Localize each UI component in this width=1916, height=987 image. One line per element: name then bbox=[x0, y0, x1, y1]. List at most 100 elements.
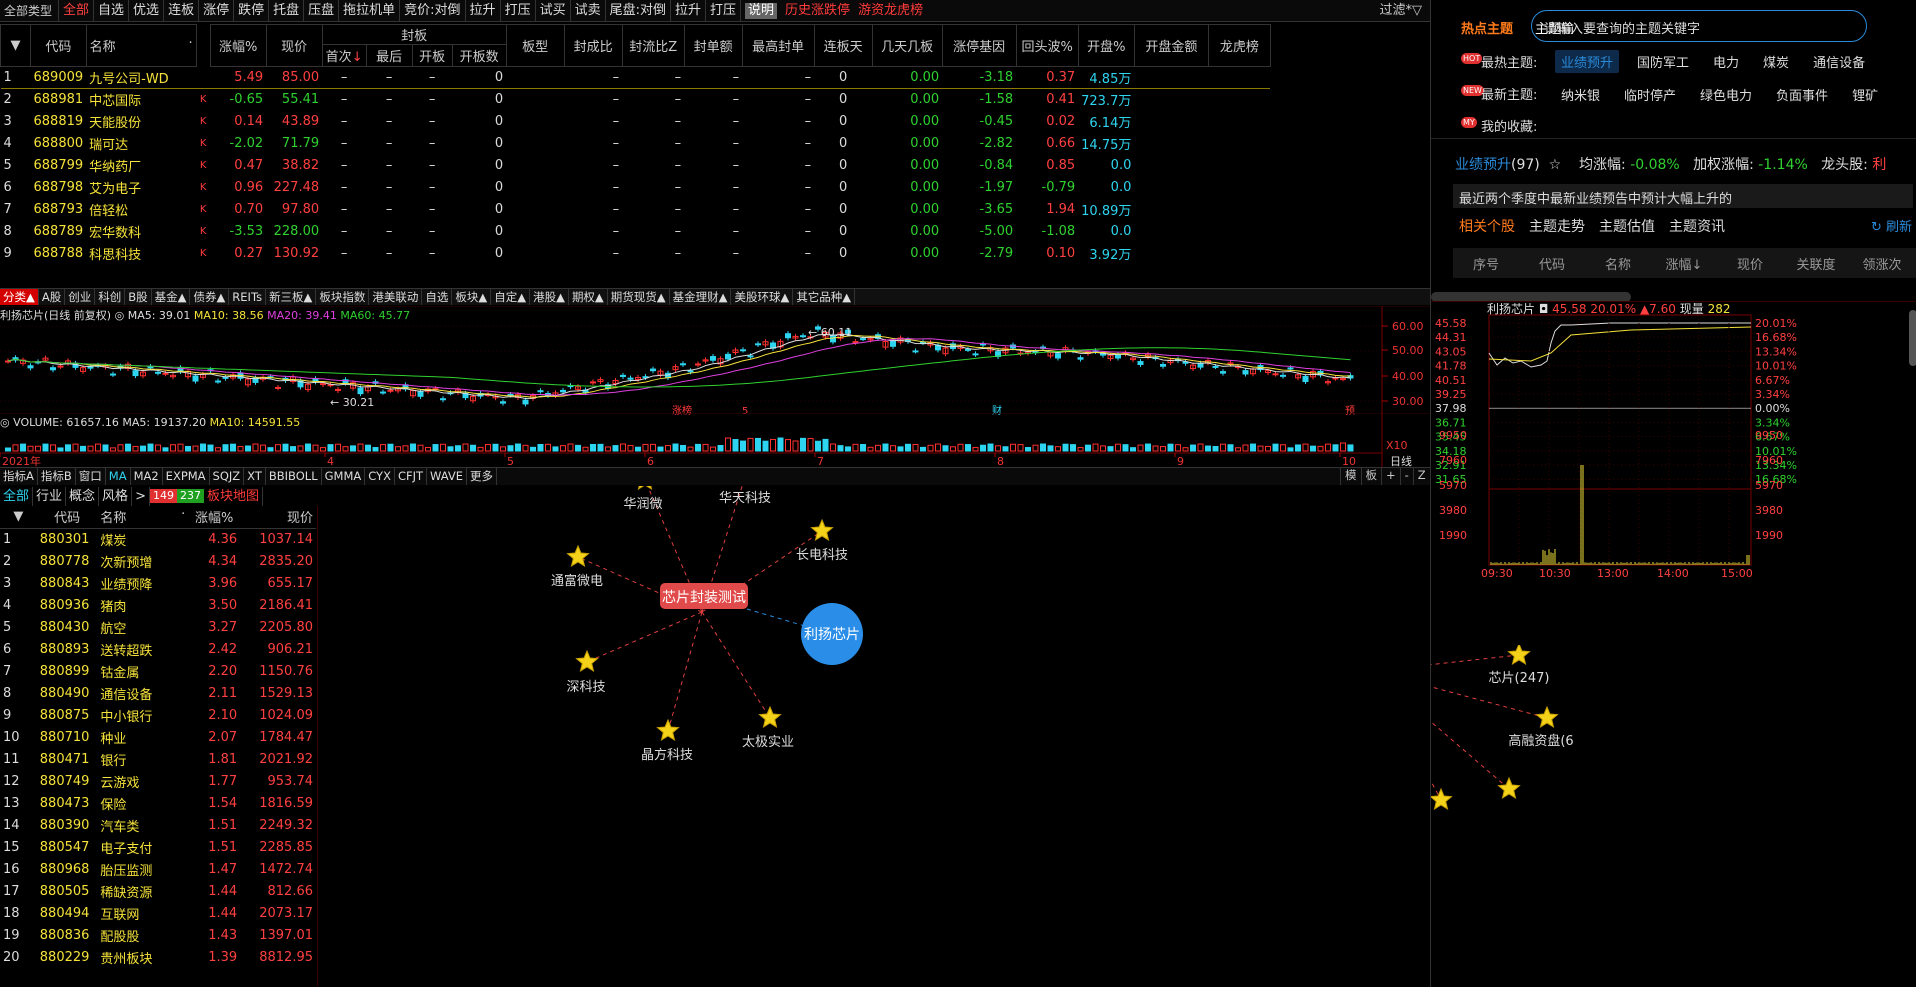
col-open-count[interactable]: 开板数 bbox=[451, 44, 507, 67]
table-row[interactable]: 6 688798 艾为电子 K 0.96 227.48 – – – 0 – – – – 0 0.00 -1.97… bbox=[1, 177, 1271, 199]
filter-7[interactable]: 托盘 bbox=[269, 0, 305, 21]
tab-1[interactable]: A股 bbox=[39, 289, 66, 305]
filter-17[interactable]: 打压 bbox=[706, 0, 742, 21]
chart-btn-3[interactable]: - bbox=[1399, 467, 1413, 485]
sector-row[interactable]: 8 880490 通信设备 2.11 1529.13 bbox=[0, 682, 316, 704]
graph-node-label[interactable]: 深科技 bbox=[566, 680, 605, 695]
sector-tab-3[interactable]: 风格 bbox=[99, 486, 133, 506]
filter-5[interactable]: 涨停 bbox=[199, 0, 235, 21]
graph2-star-icon[interactable] bbox=[1507, 645, 1531, 665]
table-row[interactable]: 1 689009 九号公司-WD 5.49 85.00 – – – 0 – – – – 0 0.00 -3.1… bbox=[0, 67, 1271, 89]
indicator-9[interactable]: GMMA bbox=[322, 468, 366, 485]
sector-col-price[interactable]: 现价 bbox=[240, 506, 316, 529]
col-seal-float[interactable]: 封流比Z bbox=[621, 24, 685, 67]
sector-tab-6[interactable]: 237 bbox=[176, 489, 204, 503]
indicator-0[interactable]: 指标A bbox=[0, 468, 38, 485]
col-open-amount[interactable]: 开盘金额 bbox=[1133, 24, 1209, 67]
theme-col-4[interactable]: 现价 bbox=[1717, 254, 1783, 273]
theme-col-2[interactable]: 名称 bbox=[1585, 254, 1651, 273]
tab-5[interactable]: 基金▲ bbox=[152, 289, 191, 305]
theme-col-5[interactable]: 关联度 bbox=[1783, 254, 1849, 273]
col-seal-ratio[interactable]: 封成比 bbox=[563, 24, 623, 67]
new-theme-chip[interactable]: 绿色电力 bbox=[1694, 83, 1758, 106]
filter-1[interactable]: 全部 bbox=[59, 0, 95, 21]
graph2-star-icon[interactable] bbox=[1431, 787, 1453, 810]
theme-col-1[interactable]: 代码 bbox=[1519, 254, 1585, 273]
filter-9[interactable]: 拖拉机单 bbox=[339, 0, 401, 21]
table-row[interactable]: 3 688819 天能股份 K 0.14 43.89 – – – 0 – – – – 0 0.00 -0.45 0… bbox=[1, 111, 1271, 133]
table-row[interactable]: 9 688788 科思科技 K 0.27 130.92 – – – 0 – – – – 0 0.00 -2.79… bbox=[1, 243, 1271, 265]
chart-btn-4[interactable]: Z bbox=[1412, 467, 1430, 485]
graph-star-icon[interactable] bbox=[566, 544, 590, 567]
col-open-pct[interactable]: 开盘% bbox=[1077, 24, 1135, 67]
table-row[interactable]: 2 688981 中芯国际 K -0.65 55.41 – – – 0 – – – – 0 0.00 -1.58… bbox=[1, 89, 1271, 111]
tab-11[interactable]: 自选 bbox=[422, 289, 453, 305]
sector-col-code[interactable]: 代码 bbox=[36, 506, 98, 529]
sector-tab-4[interactable]: > bbox=[132, 486, 150, 506]
theme-name[interactable]: 业绩预升 bbox=[1455, 157, 1511, 173]
tab-18[interactable]: 美股环球▲ bbox=[731, 289, 794, 305]
theme-subtab-2[interactable]: 主题估值 bbox=[1599, 216, 1655, 236]
new-theme-chip[interactable]: 锂矿 bbox=[1846, 83, 1884, 106]
col-pullback[interactable]: 回头波% bbox=[1015, 24, 1079, 67]
theme-graph[interactable]: 广东板块(377)定增预案(231)即将解禁(141)信息安全(87)转板A股(… bbox=[1431, 645, 1916, 987]
graph-node-label[interactable]: 晶方科技 bbox=[641, 747, 693, 763]
theme-subtab-3[interactable]: 主题资讯 bbox=[1669, 216, 1725, 236]
tab-8[interactable]: 新三板▲ bbox=[266, 289, 317, 305]
col-name[interactable]: 名称 · bbox=[85, 24, 197, 67]
refresh-button[interactable]: ↻ 刷新 bbox=[1871, 216, 1912, 235]
indicator-12[interactable]: WAVE bbox=[427, 468, 468, 485]
tab-10[interactable]: 港美联动 bbox=[369, 289, 423, 305]
sector-tab-5[interactable]: 149 bbox=[149, 489, 177, 503]
star-icon[interactable]: ☆ bbox=[1544, 157, 1574, 173]
new-theme-chip[interactable]: 纳米银 bbox=[1555, 83, 1606, 106]
sector-row[interactable]: 17 880505 稀缺资源 1.44 812.66 bbox=[0, 880, 316, 902]
tab-19[interactable]: 其它品种▲ bbox=[793, 289, 856, 305]
sector-row[interactable]: 19 880836 配股股 1.43 1397.01 bbox=[0, 924, 316, 946]
indicator-3[interactable]: MA bbox=[106, 468, 131, 485]
col-price[interactable]: 现价 bbox=[265, 24, 323, 67]
tab-13[interactable]: 自定▲ bbox=[491, 289, 531, 305]
sector-tab-2[interactable]: 概念 bbox=[66, 486, 100, 506]
tab-3[interactable]: 科创 bbox=[95, 289, 126, 305]
dragon-tiger-link[interactable]: 游资龙虎榜 bbox=[854, 0, 927, 21]
table-row[interactable]: 4 688800 瑞可达 K -2.02 71.79 – – – 0 – – – – 0 0.00 -2.82 0… bbox=[1, 133, 1271, 155]
filter-8[interactable]: 压盘 bbox=[304, 0, 340, 21]
history-limit-link[interactable]: 历史涨跌停 bbox=[781, 0, 854, 21]
sector-row[interactable]: 1 880301 煤炭 4.36 1037.14 bbox=[0, 528, 316, 550]
sector-row[interactable]: 6 880893 送转超跌 2.42 906.21 bbox=[0, 638, 316, 660]
graph-star-icon[interactable] bbox=[810, 518, 834, 541]
graph-star-icon[interactable] bbox=[575, 649, 599, 672]
graph2-star-icon[interactable] bbox=[1535, 705, 1559, 728]
indicator-6[interactable]: SQJZ bbox=[210, 468, 245, 485]
indicator-7[interactable]: XT bbox=[244, 468, 266, 485]
theme-col-3[interactable]: 涨幅↓ bbox=[1651, 254, 1717, 273]
indicator-5[interactable]: EXPMA bbox=[163, 468, 210, 485]
graph-node-label[interactable]: 长电科技 bbox=[796, 548, 848, 563]
sector-col-pct[interactable]: 涨幅% bbox=[188, 506, 241, 529]
new-theme-chip[interactable]: 负面事件 bbox=[1770, 83, 1834, 106]
favorites-label[interactable]: 我的收藏: bbox=[1481, 116, 1537, 135]
chart-btn-2[interactable]: + bbox=[1381, 467, 1400, 485]
sector-sort-icon[interactable]: ▼ bbox=[0, 506, 37, 529]
indicator-10[interactable]: CYX bbox=[365, 468, 395, 485]
tab-14[interactable]: 港股▲ bbox=[530, 289, 569, 305]
col-days-boards[interactable]: 几天几板 bbox=[871, 24, 943, 67]
filter-6[interactable]: 跌停 bbox=[234, 0, 270, 21]
indicator-2[interactable]: 窗口 bbox=[76, 468, 106, 485]
graph-node-label[interactable]: 通富微电 bbox=[551, 573, 603, 589]
col-limit-gene[interactable]: 涨停基因 bbox=[941, 24, 1017, 67]
tab-6[interactable]: 债券▲ bbox=[190, 289, 230, 305]
sector-row[interactable]: 11 880471 银行 1.81 2021.92 bbox=[0, 748, 316, 770]
chart-btn-0[interactable]: 模 bbox=[1340, 467, 1361, 485]
graph-node-label[interactable]: 华天科技 bbox=[719, 491, 771, 506]
sector-row[interactable]: 4 880936 猪肉 3.50 2186.41 bbox=[0, 594, 316, 616]
col-code[interactable]: 代码 bbox=[30, 24, 87, 67]
col-change-pct[interactable]: 涨幅% bbox=[209, 24, 267, 67]
col-open-board[interactable]: 开板 bbox=[411, 44, 453, 67]
graph2-node-label[interactable]: 芯片(247) bbox=[1489, 671, 1550, 686]
sector-row[interactable]: 15 880547 电子支付 1.51 2285.85 bbox=[0, 836, 316, 858]
hot-theme-chip[interactable]: 煤炭 bbox=[1757, 50, 1795, 73]
col-seal-amount[interactable]: 封单额 bbox=[683, 24, 743, 67]
theme-subtab-1[interactable]: 主题走势 bbox=[1529, 216, 1585, 236]
